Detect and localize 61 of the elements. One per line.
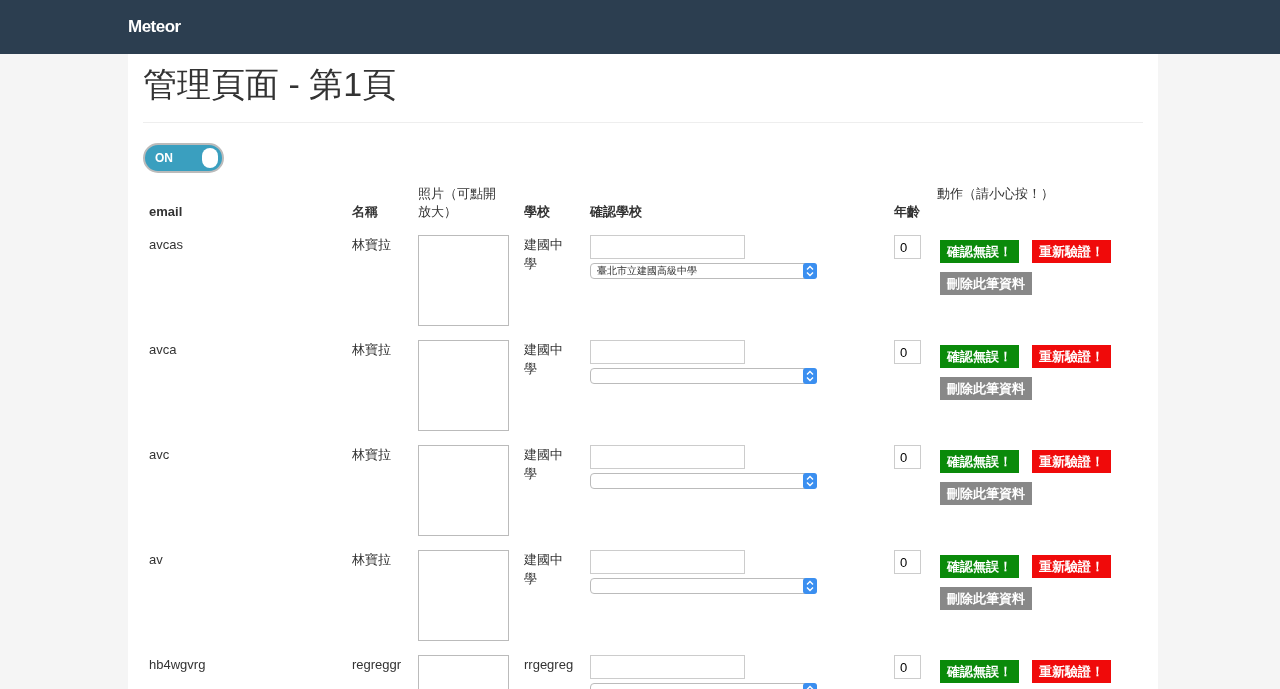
age-input[interactable]: 0: [894, 655, 921, 679]
age-input[interactable]: 0: [894, 340, 921, 364]
confirm-button[interactable]: 確認無誤！: [940, 450, 1019, 473]
column-header: 照片（可點開放大）: [418, 185, 497, 221]
chevron-updown-icon: [803, 578, 817, 594]
school-select[interactable]: [590, 473, 817, 489]
school-cell-text: rrgegreg: [524, 656, 574, 674]
column-header: 學校: [524, 203, 551, 221]
confirm-button[interactable]: 確認無誤！: [940, 345, 1019, 368]
photo-frame[interactable]: [418, 235, 509, 326]
name-cell-text: regreggr: [352, 656, 403, 674]
school-select[interactable]: [590, 368, 817, 384]
age-input[interactable]: 0: [894, 445, 921, 469]
photo-frame[interactable]: [418, 550, 509, 641]
photo-frame[interactable]: [418, 340, 509, 431]
toggle-switch[interactable]: ON: [143, 143, 224, 173]
reverify-button[interactable]: 重新驗證！: [1032, 345, 1111, 368]
delete-button[interactable]: 刪除此筆資料: [940, 377, 1032, 400]
school-input[interactable]: [590, 550, 745, 574]
school-input[interactable]: [590, 445, 745, 469]
email-cell-text: av: [149, 551, 164, 569]
brand-link[interactable]: Meteor: [128, 17, 181, 37]
reverify-button[interactable]: 重新驗證！: [1032, 660, 1111, 683]
age-input[interactable]: 0: [894, 235, 921, 259]
name-cell-text: 林寶拉: [352, 446, 392, 464]
school-input[interactable]: [590, 655, 745, 679]
chevron-updown-icon: [803, 368, 817, 384]
school-cell-text: 建國中學: [524, 236, 564, 273]
delete-button[interactable]: 刪除此筆資料: [940, 272, 1032, 295]
reverify-button[interactable]: 重新驗證！: [1032, 555, 1111, 578]
delete-button[interactable]: 刪除此筆資料: [940, 482, 1032, 505]
chevron-updown-icon: [803, 263, 817, 279]
column-header: 年齡: [894, 203, 921, 221]
confirm-button[interactable]: 確認無誤！: [940, 660, 1019, 683]
name-cell-text: 林寶拉: [352, 551, 392, 569]
email-cell-text: hb4wgvrg: [149, 656, 207, 674]
page-title: 管理頁面 - 第1頁: [143, 64, 398, 105]
reverify-button[interactable]: 重新驗證！: [1032, 240, 1111, 263]
school-select[interactable]: [590, 578, 817, 594]
email-cell-text: avc: [149, 446, 171, 464]
column-header: email: [149, 203, 184, 221]
school-cell-text: 建國中學: [524, 551, 564, 588]
school-input[interactable]: [590, 235, 745, 259]
column-header: 名稱: [352, 203, 379, 221]
email-cell-text: avca: [149, 341, 178, 359]
age-input[interactable]: 0: [894, 550, 921, 574]
school-select[interactable]: 臺北市立建國高級中學: [590, 263, 817, 279]
name-cell-text: 林寶拉: [352, 341, 392, 359]
photo-frame[interactable]: [418, 445, 509, 536]
school-input[interactable]: [590, 340, 745, 364]
chevron-updown-icon: [803, 473, 817, 489]
column-header: 動作（請小心按！）: [937, 185, 1055, 203]
confirm-button[interactable]: 確認無誤！: [940, 555, 1019, 578]
column-header: 確認學校: [590, 203, 643, 221]
reverify-button[interactable]: 重新驗證！: [1032, 450, 1111, 473]
school-cell-text: 建國中學: [524, 341, 564, 378]
delete-button[interactable]: 刪除此筆資料: [940, 587, 1032, 610]
school-cell-text: 建國中學: [524, 446, 564, 483]
email-cell-text: avcas: [149, 236, 184, 254]
name-cell-text: 林寶拉: [352, 236, 392, 254]
confirm-button[interactable]: 確認無誤！: [940, 240, 1019, 263]
